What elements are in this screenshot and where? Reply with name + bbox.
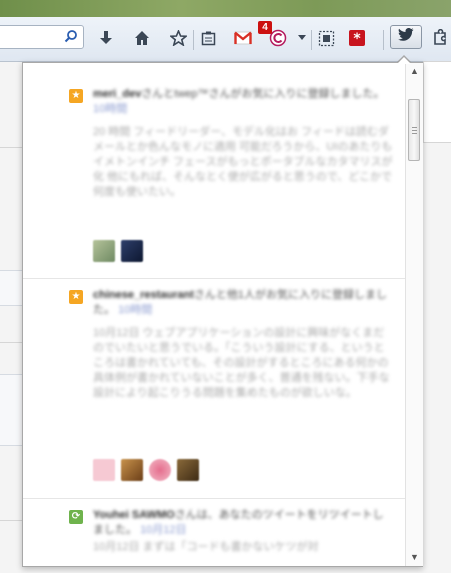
browser-toolbar: *: [0, 17, 451, 62]
notification-user[interactable]: Youhei SAWMO: [93, 509, 175, 521]
avatar[interactable]: [149, 459, 171, 481]
gmail-icon[interactable]: [231, 26, 255, 50]
notification-user[interactable]: meri_dev: [93, 88, 141, 100]
toolbar-separator: [193, 30, 194, 50]
notification-feed: ★ meri_devさんとtwep™さんがお気に入りに登録しました。 10時間 …: [23, 63, 405, 566]
toolbar-separator: [383, 30, 384, 50]
svg-text:*: *: [353, 31, 361, 47]
avatar[interactable]: [121, 240, 143, 262]
scroll-down-icon[interactable]: ▼: [406, 549, 423, 565]
notification-item[interactable]: ⟳ Youhei SAWMOさんは、あなたのツイートをリツイートしました。 10…: [23, 498, 405, 566]
notifications-popup: ★ meri_devさんとtwep™さんがお気に入りに登録しました。 10時間 …: [22, 62, 423, 567]
home-icon[interactable]: [130, 26, 154, 50]
url-bar[interactable]: [0, 25, 84, 49]
notification-item[interactable]: ★ meri_devさんとtwep™さんがお気に入りに登録しました。 10時間 …: [23, 63, 405, 279]
scrollbar-thumb[interactable]: [408, 99, 420, 161]
download-icon[interactable]: [94, 26, 118, 50]
avatar[interactable]: [93, 240, 115, 262]
bookmark-star-icon[interactable]: [166, 26, 190, 50]
retweet-icon: ⟳: [69, 510, 83, 524]
notification-time[interactable]: 10月12日: [140, 524, 186, 536]
puzzle-icon[interactable]: [428, 26, 451, 50]
screenshot-icon[interactable]: [314, 26, 338, 50]
reading-list-icon[interactable]: [196, 26, 220, 50]
notification-text: 10月12日 まずは「コードも書かないケツが対: [93, 541, 319, 553]
notification-item[interactable]: ★ chinese_restaurantさんと他1人がお気に入りに登録しました。…: [23, 278, 405, 499]
avatar[interactable]: [121, 459, 143, 481]
background-panel: [423, 61, 451, 143]
scrollbar[interactable]: ▲ ▼: [405, 63, 423, 566]
dropdown-icon[interactable]: [294, 26, 310, 50]
avatar[interactable]: [93, 459, 115, 481]
background-panel: [0, 374, 22, 446]
notification-header: meri_devさんとtwep™さんがお気に入りに登録しました。 10時間: [93, 87, 393, 117]
popup-arrow-inner: [397, 57, 411, 64]
notification-text: 20 時間 フィードリーダー、モデル化はお フィードは読むダメールとか色んなモノ…: [93, 126, 393, 198]
notification-action: さんとtwep™さんがお気に入りに登録しました。: [141, 88, 385, 100]
background-panel: [0, 270, 22, 306]
favorite-star-icon: ★: [69, 89, 83, 103]
notification-time[interactable]: 10時間: [93, 103, 127, 115]
notification-count-badge: 4: [258, 21, 272, 34]
divider: [0, 520, 22, 521]
lastpass-icon[interactable]: *: [345, 26, 369, 50]
twitter-icon: [398, 28, 414, 46]
notification-user[interactable]: chinese_restaurant: [93, 289, 194, 301]
notification-header: Youhei SAWMOさんは、あなたのツイートをリツイートしました。 10月1…: [93, 508, 393, 538]
divider: [0, 147, 22, 148]
notification-header: chinese_restaurantさんと他1人がお気に入りに登録しました。 1…: [93, 288, 393, 318]
notification-text: 10月12日 ウェブアプリケーションの設計に興味がなくまだのでいたいと思うでいる…: [93, 327, 390, 399]
divider: [0, 342, 22, 343]
scroll-up-icon[interactable]: ▲: [406, 63, 423, 79]
avatar[interactable]: [177, 459, 199, 481]
notification-time[interactable]: 10時間: [118, 304, 152, 316]
twitter-button[interactable]: [390, 25, 422, 49]
favorite-star-icon: ★: [69, 290, 83, 304]
search-icon[interactable]: [63, 29, 79, 45]
window-top-strip: [0, 0, 451, 17]
toolbar-separator: [311, 30, 312, 50]
